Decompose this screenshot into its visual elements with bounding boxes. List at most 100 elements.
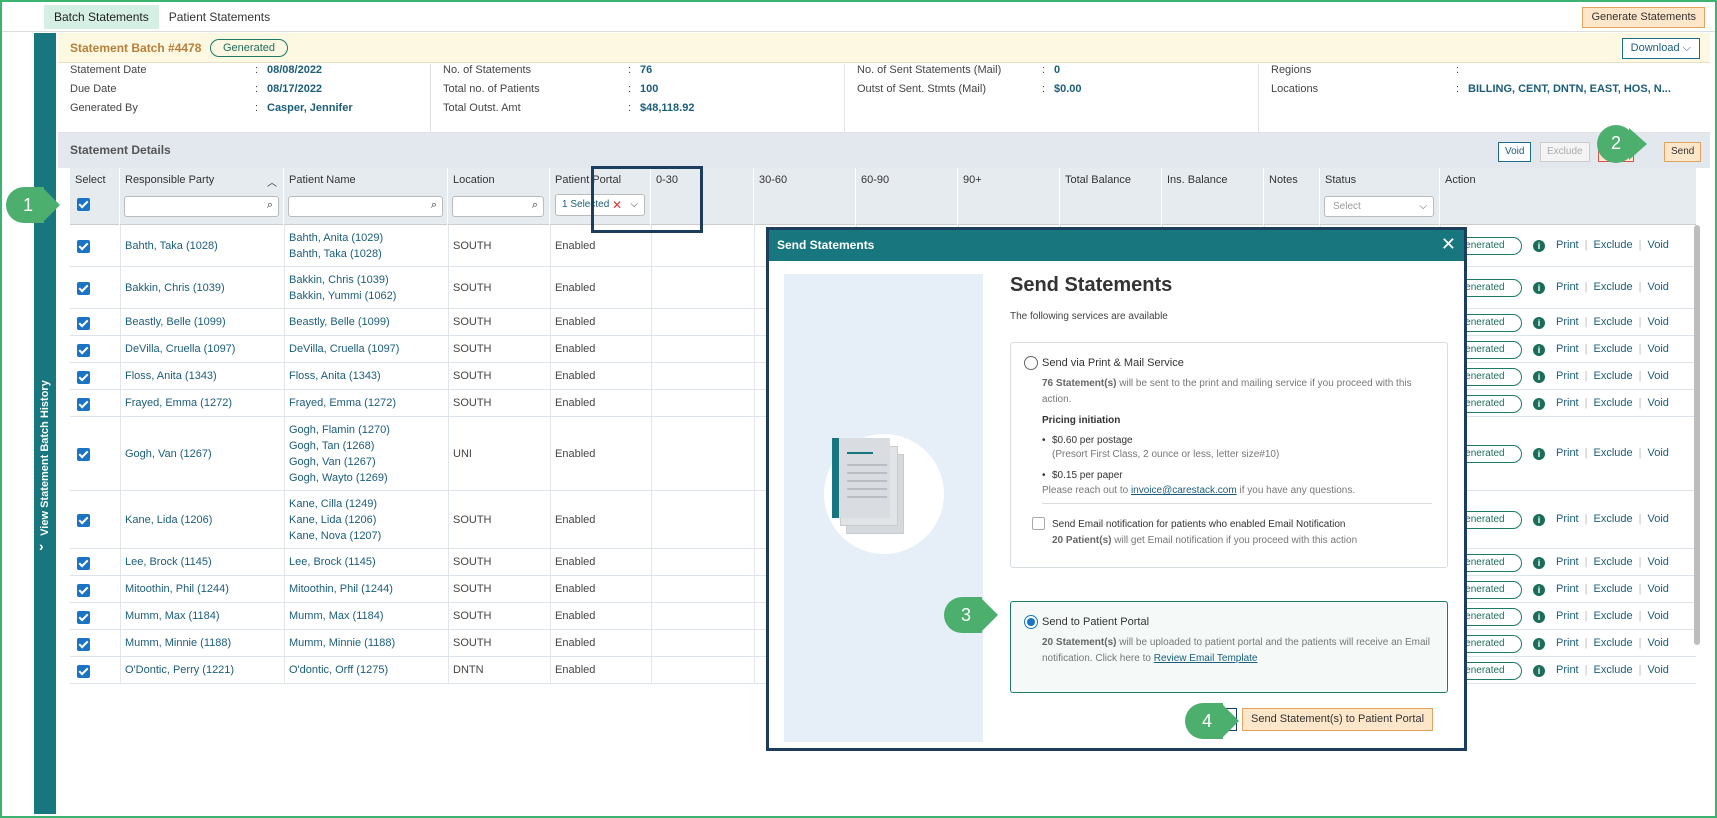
invoice-email-link[interactable]: invoice@carestack.com [1131,485,1237,496]
exclude-link[interactable]: Exclude [1593,610,1632,622]
info-icon[interactable]: i [1533,282,1545,294]
info-icon[interactable]: i [1533,584,1545,596]
row-select-checkbox[interactable] [77,557,90,570]
row-select-checkbox[interactable] [77,317,90,330]
print-link[interactable]: Print [1556,664,1579,676]
exclude-link[interactable]: Exclude [1593,316,1632,328]
responsible-party-link[interactable]: Bakkin, Chris (1039) [120,267,284,308]
patient-name-filter-input[interactable]: ⌕ [288,196,443,217]
print-link[interactable]: Print [1556,610,1579,622]
info-icon[interactable]: i [1533,240,1545,252]
responsible-party-link[interactable]: Lee, Brock (1145) [120,549,284,575]
patient-name-link[interactable]: DeVilla, Cruella (1097) [289,341,448,357]
responsible-party-link[interactable]: Bahth, Taka (1028) [120,225,284,266]
responsible-party-link[interactable]: Mumm, Minnie (1188) [120,630,284,656]
responsible-party-link[interactable]: DeVilla, Cruella (1097) [120,336,284,362]
void-link[interactable]: Void [1647,637,1668,649]
void-link[interactable]: Void [1647,447,1668,459]
exclude-link[interactable]: Exclude [1593,556,1632,568]
patient-name-link[interactable]: Gogh, Tan (1268) [289,438,448,454]
exclude-link[interactable]: Exclude [1593,513,1632,525]
row-select-checkbox[interactable] [77,344,90,357]
exclude-link[interactable]: Exclude [1593,397,1632,409]
void-link[interactable]: Void [1647,397,1668,409]
void-button[interactable]: Void [1498,142,1532,162]
row-select-checkbox[interactable] [77,371,90,384]
void-link[interactable]: Void [1647,281,1668,293]
row-select-checkbox[interactable] [77,282,90,295]
patient-name-link[interactable]: O'dontic, Orff (1275) [289,662,448,678]
responsible-party-filter-input[interactable]: ⌕ [124,196,279,217]
print-link[interactable]: Print [1556,343,1579,355]
patient-name-link[interactable]: Gogh, Flamin (1270) [289,422,448,438]
exclude-link[interactable]: Exclude [1593,664,1632,676]
info-icon[interactable]: i [1533,371,1545,383]
info-icon[interactable]: i [1533,638,1545,650]
patient-name-link[interactable]: Bakkin, Chris (1039) [289,272,448,288]
row-select-checkbox[interactable] [77,240,90,253]
void-link[interactable]: Void [1647,664,1668,676]
row-select-checkbox[interactable] [77,398,90,411]
print-link[interactable]: Print [1556,447,1579,459]
row-select-checkbox[interactable] [77,584,90,597]
patient-name-link[interactable]: Mumm, Minnie (1188) [289,635,448,651]
patient-name-link[interactable]: Gogh, Van (1267) [289,454,448,470]
void-link[interactable]: Void [1647,370,1668,382]
exclude-link[interactable]: Exclude [1593,583,1632,595]
patient-name-link[interactable]: Kane, Nova (1207) [289,528,448,544]
patient-name-link[interactable]: Beastly, Belle (1099) [289,314,448,330]
info-icon[interactable]: i [1533,344,1545,356]
exclude-link[interactable]: Exclude [1593,239,1632,251]
select-all-checkbox[interactable] [77,198,90,211]
void-link[interactable]: Void [1647,239,1668,251]
info-icon[interactable]: i [1533,611,1545,623]
exclude-link[interactable]: Exclude [1593,637,1632,649]
responsible-party-link[interactable]: Frayed, Emma (1272) [120,390,284,416]
void-link[interactable]: Void [1647,316,1668,328]
patient-name-link[interactable]: Gogh, Wayto (1269) [289,470,448,486]
responsible-party-link[interactable]: Kane, Lida (1206) [120,491,284,548]
generate-statements-button[interactable]: Generate Statements [1582,7,1705,28]
info-icon[interactable]: i [1533,317,1545,329]
row-select-checkbox[interactable] [77,611,90,624]
void-link[interactable]: Void [1647,583,1668,595]
exclude-link[interactable]: Exclude [1593,447,1632,459]
patient-name-link[interactable]: Frayed, Emma (1272) [289,395,448,411]
void-link[interactable]: Void [1647,513,1668,525]
sort-asc-icon[interactable]: ︿ [267,174,277,189]
patient-name-link[interactable]: Kane, Cilla (1249) [289,496,448,512]
email-notification-checkbox[interactable] [1032,517,1045,530]
tab-batch-statements[interactable]: Batch Statements [44,5,159,29]
statement-batch-history-toggle[interactable]: View Statement Batch History › [34,33,56,814]
print-link[interactable]: Print [1556,397,1579,409]
info-icon[interactable]: i [1533,557,1545,569]
responsible-party-link[interactable]: Beastly, Belle (1099) [120,309,284,335]
patient-name-link[interactable]: Bahth, Taka (1028) [289,246,448,262]
table-scrollbar[interactable] [1694,225,1700,645]
patient-name-link[interactable]: Mitoothin, Phil (1244) [289,581,448,597]
download-button[interactable]: Download ⌵ [1621,38,1700,59]
print-link[interactable]: Print [1556,239,1579,251]
void-link[interactable]: Void [1647,343,1668,355]
exclude-link[interactable]: Exclude [1593,370,1632,382]
patient-name-link[interactable]: Mumm, Max (1184) [289,608,448,624]
responsible-party-link[interactable]: Gogh, Van (1267) [120,417,284,490]
exclude-link[interactable]: Exclude [1593,343,1632,355]
row-select-checkbox[interactable] [77,665,90,678]
patient-portal-radio[interactable] [1024,615,1038,629]
row-select-checkbox[interactable] [77,638,90,651]
info-icon[interactable]: i [1533,448,1545,460]
tab-patient-statements[interactable]: Patient Statements [159,5,280,29]
print-link[interactable]: Print [1556,556,1579,568]
print-link[interactable]: Print [1556,370,1579,382]
patient-name-link[interactable]: Bakkin, Yummi (1062) [289,288,448,304]
responsible-party-link[interactable]: Mumm, Max (1184) [120,603,284,629]
print-link[interactable]: Print [1556,316,1579,328]
row-select-checkbox[interactable] [77,448,90,461]
location-filter-input[interactable]: ⌕ [452,196,544,217]
print-link[interactable]: Print [1556,281,1579,293]
patient-name-link[interactable]: Bahth, Anita (1029) [289,230,448,246]
info-icon[interactable]: i [1533,514,1545,526]
send-to-patient-portal-button[interactable]: Send Statement(s) to Patient Portal [1242,708,1434,731]
info-icon[interactable]: i [1533,665,1545,677]
